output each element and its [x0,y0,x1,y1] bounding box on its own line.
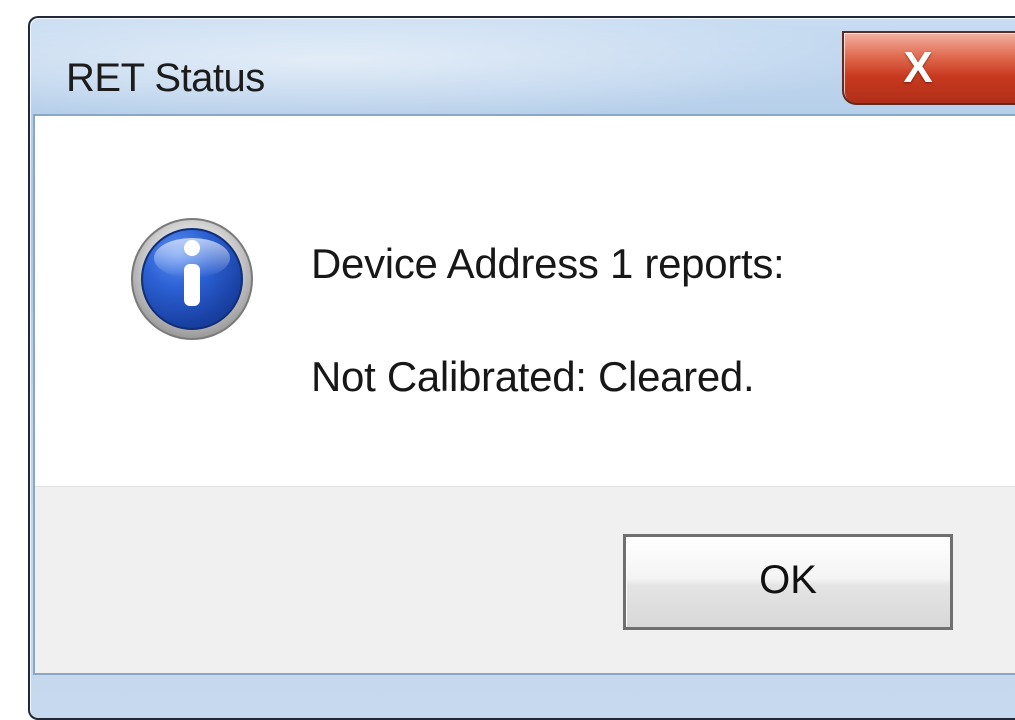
ok-button[interactable]: OK [623,534,953,630]
ok-button-label: OK [759,557,817,602]
status-message-heading: Device Address 1 reports: [311,240,785,287]
dialog-content: Device Address 1 reports: Not Calibrated… [33,114,1015,675]
window-title: RET Status [66,56,265,100]
info-icon [131,218,253,340]
close-button[interactable]: X [842,31,1015,105]
close-icon: X [903,43,933,92]
status-message-detail: Not Calibrated: Cleared. [311,353,755,400]
